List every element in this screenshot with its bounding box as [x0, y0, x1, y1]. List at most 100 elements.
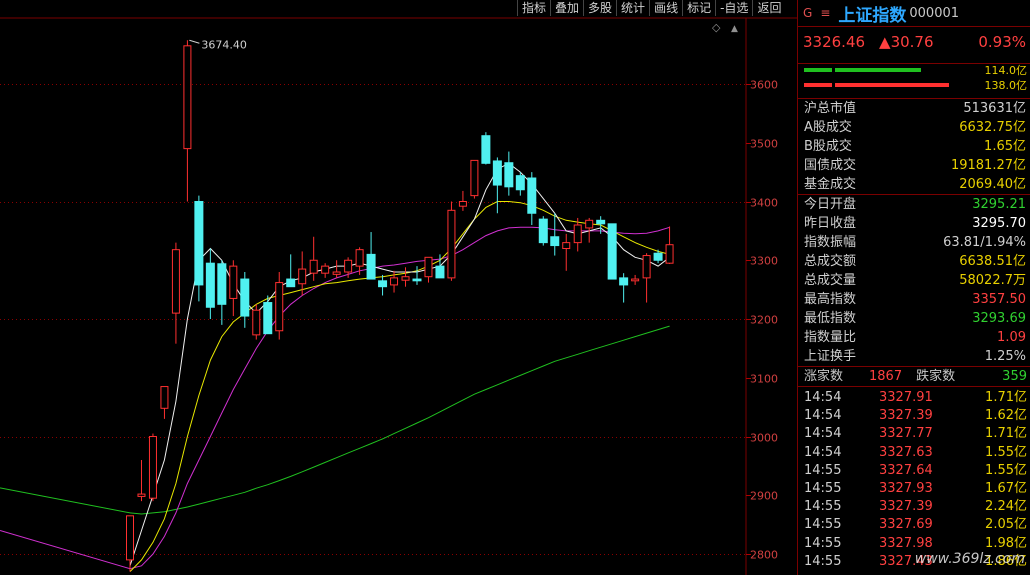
menu-icon[interactable]: ≡ [820, 6, 830, 20]
stat-row: 今日开盘 3295.21 [804, 197, 1026, 212]
candle-body [596, 219, 606, 225]
quote-line: 3326.46 ▲30.76 0.93% [798, 26, 1030, 57]
ma-yellow-line [129, 201, 670, 572]
ma-green-line [129, 325, 670, 515]
candle-body [321, 265, 330, 274]
quote-header: G ≡ 上证指数 000001 [798, 0, 1030, 26]
toolbar-mark-button[interactable]: 标记 [682, 0, 715, 16]
candle-body [412, 278, 422, 282]
candle-body [631, 278, 640, 282]
advance-label: 涨家数 [804, 369, 844, 384]
tick-row: 14:54 3327.63 1.55亿 [804, 444, 1027, 460]
tick-row: 14:55 3327.93 1.67亿 [804, 480, 1027, 496]
stat-row: 上证换手 1.25% [804, 349, 1026, 364]
candle-body [378, 280, 388, 288]
change-percent: 0.93% [978, 33, 1026, 51]
toolbar-multi-stock-button[interactable]: 多股 [583, 0, 616, 16]
y-tick-label: 2900 [750, 490, 778, 503]
y-tick-label: 3200 [750, 314, 778, 327]
candle-body [607, 223, 617, 280]
tick-row: 14:55 3327.69 2.05亿 [804, 517, 1027, 533]
last-price: 3326.46 [803, 33, 866, 51]
y-tick-label: 3000 [750, 432, 778, 445]
kline-chart[interactable]: 2800 2900 3000 3100 3200 3300 3400 3500 3600 ◇ ▲ 36… [0, 0, 797, 575]
candle-body [194, 201, 204, 286]
flow-bar-red-a [804, 83, 832, 87]
y-tick-label: 3500 [750, 138, 778, 151]
candle-body [344, 259, 353, 273]
y-tick-label: 2800 [750, 549, 778, 562]
toolbar-draw-button[interactable]: 画线 [649, 0, 682, 16]
money-flow-bars: 114.0亿 138.0亿 [798, 63, 1030, 99]
candle-body [126, 515, 134, 561]
stat-row: 最高指数 3357.50 [804, 292, 1026, 307]
advance-decline: 涨家数 1867 跌家数 359 [798, 367, 1030, 387]
candle-body [217, 263, 227, 305]
toolbar-back-button[interactable]: 返回 [752, 0, 785, 16]
tick-row: 14:54 3327.77 1.71亿 [804, 426, 1027, 442]
candle-body [366, 253, 376, 280]
candle-body [527, 177, 537, 214]
stat-row: 国债成交 19181.27亿 [804, 158, 1026, 173]
candle-body [137, 493, 146, 497]
candle-body [458, 201, 467, 207]
flow-in-label: 114.0亿 [984, 64, 1028, 77]
candle-body [504, 162, 514, 188]
advance-count: 1867 [869, 369, 903, 384]
candle-body [183, 45, 192, 150]
candle-body [435, 265, 445, 279]
tick-list[interactable]: 14:54 3327.91 1.71亿 14:54 3327.39 1.62亿 14:5… [798, 387, 1030, 571]
y-tick-label: 3400 [750, 197, 778, 210]
stat-row: A股成交 6632.75亿 [804, 120, 1026, 135]
ma-green-line-ext [0, 487, 131, 514]
candle-body [538, 218, 548, 244]
candle-body [492, 160, 502, 186]
quote-panel: G ≡ 上证指数 000001 3326.46 ▲30.76 0.93% 114… [797, 0, 1030, 575]
candle-body [642, 255, 651, 279]
y-tick-label: 3100 [750, 373, 778, 386]
stat-row: 指数量比 1.09 [804, 330, 1026, 345]
candle-body [653, 252, 663, 261]
peak-pointer [189, 39, 200, 44]
stat-row: 总成交额 6638.51亿 [804, 254, 1026, 269]
y-tick-label: 3300 [750, 255, 778, 268]
kline-chart-svg[interactable]: 2800 2900 3000 3100 3200 3300 3400 3500 3600 ◇ ▲ 36… [0, 0, 797, 575]
watermark: www.369lz.com [914, 551, 1025, 567]
candle-body [309, 259, 318, 274]
candle-body [160, 386, 169, 409]
candle-body [562, 242, 571, 249]
index-name: 上证指数 [838, 5, 907, 26]
stat-row: 指数振幅 63.81/1.94% [804, 235, 1026, 250]
candle-body [332, 271, 341, 275]
candle-body [240, 278, 250, 317]
toolbar-stats-button[interactable]: 统计 [616, 0, 649, 16]
index-stats: 今日开盘 3295.21 昨日收盘 3295.70 指数振幅 63.81/1.94% … [798, 195, 1030, 367]
ma-magenta-ext [0, 530, 131, 570]
candle-body [447, 209, 456, 279]
flow-bar-red-b [835, 83, 949, 87]
candle-body [205, 262, 215, 308]
candle-body [573, 224, 582, 244]
tick-row: 14:54 3327.91 1.71亿 [804, 390, 1027, 405]
diamond-icon: ◇ [712, 21, 721, 34]
stat-row: 最低指数 3293.69 [804, 311, 1026, 326]
flow-bar-green-a [804, 68, 832, 72]
toolbar-indicator-button[interactable]: 指标 [517, 0, 550, 16]
tick-row: 14:55 3327.39 2.24亿 [804, 499, 1027, 515]
tick-row: 14:55 3327.64 1.55亿 [804, 462, 1027, 478]
index-code: 000001 [909, 5, 960, 21]
candle-body [229, 265, 238, 299]
tick-row: 14:55 3327.98 1.98亿 [804, 535, 1027, 551]
candle-body [515, 175, 525, 191]
toolbar-overlay-button[interactable]: 叠加 [550, 0, 583, 16]
candle-body [298, 268, 307, 285]
stat-row: 基金成交 2069.40亿 [804, 177, 1026, 192]
toolbar-remove-watchlist-button[interactable]: -自选 [715, 0, 752, 16]
candle-body [550, 236, 560, 247]
candle-body [619, 277, 629, 286]
flow-out-label: 138.0亿 [984, 79, 1028, 92]
candle-body [171, 249, 180, 314]
g-label[interactable]: G [803, 6, 812, 20]
chart-toolbar: 指标 叠加 多股 统计 画线 标记 -自选 返回 [517, 0, 785, 16]
candle-body [263, 302, 273, 335]
